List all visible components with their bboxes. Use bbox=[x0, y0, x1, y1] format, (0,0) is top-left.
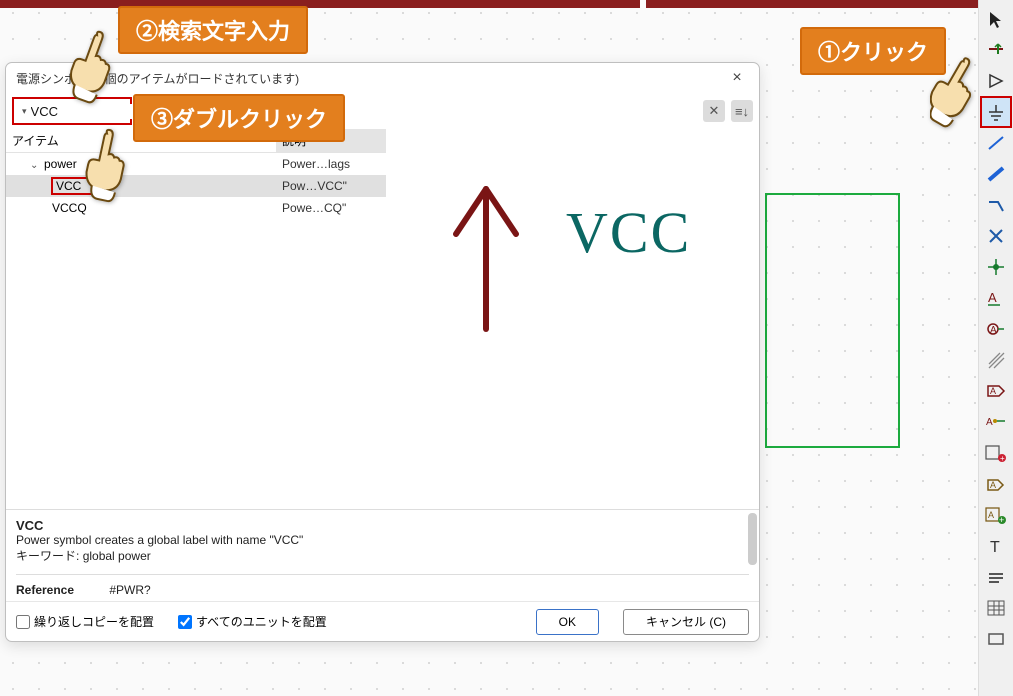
all-units-label: すべてのユニットを配置 bbox=[196, 613, 327, 630]
repeat-copy-checkbox[interactable]: 繰り返しコピーを配置 bbox=[16, 613, 154, 630]
noconnect-icon[interactable] bbox=[981, 221, 1011, 251]
netlabel-icon[interactable]: A bbox=[981, 376, 1011, 406]
repeat-copy-label: 繰り返しコピーを配置 bbox=[34, 613, 154, 630]
pointer-hand-icon bbox=[930, 56, 992, 139]
symbol-details: VCC Power symbol creates a global label … bbox=[6, 509, 759, 601]
ok-button[interactable]: OK bbox=[536, 609, 599, 635]
all-units-checkbox[interactable]: すべてのユニットを配置 bbox=[178, 613, 327, 630]
sheet-icon[interactable]: A bbox=[981, 469, 1011, 499]
power-arrow-icon bbox=[426, 169, 546, 339]
detail-reference: Reference #PWR? bbox=[16, 583, 749, 597]
pointer-hand-icon bbox=[66, 30, 128, 113]
image-icon[interactable]: A+ bbox=[981, 500, 1011, 530]
title-strip-gap bbox=[640, 0, 646, 8]
svg-text:+: + bbox=[1000, 454, 1005, 463]
junction-icon[interactable] bbox=[981, 252, 1011, 282]
repeat-copy-input[interactable] bbox=[16, 615, 30, 629]
ercmarker-icon[interactable]: + bbox=[981, 438, 1011, 468]
callout-doubleclick: ③ダブルクリック bbox=[133, 94, 345, 142]
clear-search-icon[interactable]: ✕ bbox=[703, 100, 725, 122]
callout-search: ②検索文字入力 bbox=[118, 6, 308, 54]
detail-ref-label: Reference bbox=[16, 583, 106, 597]
symbol-tree: アイテム 説明 ⌄power Power…lags VCC Pow…VCC" V… bbox=[6, 129, 386, 509]
svg-text:A: A bbox=[990, 386, 996, 396]
detail-symbol-name: VCC bbox=[16, 518, 749, 533]
line-icon[interactable] bbox=[981, 562, 1011, 592]
svg-text:A: A bbox=[986, 417, 993, 428]
svg-text:A: A bbox=[988, 290, 997, 305]
all-units-input[interactable] bbox=[178, 615, 192, 629]
svg-text:T: T bbox=[990, 539, 1000, 556]
rect-icon[interactable] bbox=[981, 624, 1011, 654]
detail-ref-value: #PWR? bbox=[109, 583, 150, 597]
dialog-title-text: 電源シンボル 06個のアイテムがロードされています) bbox=[16, 70, 299, 87]
bus-icon[interactable] bbox=[981, 159, 1011, 189]
detail-keywords-label: キーワード: bbox=[16, 549, 79, 563]
text-icon[interactable]: T bbox=[981, 531, 1011, 561]
preview-symbol-name: VCC bbox=[566, 199, 691, 266]
svg-text:A: A bbox=[990, 480, 996, 490]
cursor-icon[interactable] bbox=[981, 4, 1011, 34]
svg-text:A: A bbox=[990, 325, 997, 336]
tree-row-label: power bbox=[44, 157, 77, 171]
tree-row-vccq[interactable]: VCCQ Powe…CQ" bbox=[6, 197, 386, 219]
detail-keywords: キーワード: global power bbox=[16, 547, 749, 564]
tree-row-desc: Pow…VCC" bbox=[276, 179, 386, 193]
callout-click: ①クリック bbox=[800, 27, 946, 75]
detail-keywords-value: global power bbox=[83, 549, 151, 563]
tree-row-vcc[interactable]: VCC Pow…VCC" bbox=[6, 175, 386, 197]
sort-icon[interactable]: ≡↓ bbox=[731, 100, 753, 122]
table-icon[interactable] bbox=[981, 593, 1011, 623]
tree-row-desc: Power…lags bbox=[276, 157, 386, 171]
pointer-hand-icon bbox=[78, 128, 138, 209]
globallabel-icon[interactable]: A bbox=[981, 314, 1011, 344]
details-scrollbar[interactable] bbox=[748, 513, 757, 565]
cancel-button[interactable]: キャンセル (C) bbox=[623, 609, 749, 635]
hierlabel-icon[interactable]: A bbox=[981, 407, 1011, 437]
symbol-preview: VCC bbox=[386, 129, 759, 509]
hatch-icon[interactable] bbox=[981, 345, 1011, 375]
sheet-outline bbox=[765, 193, 900, 448]
svg-text:+: + bbox=[999, 515, 1004, 525]
tree-row-desc: Powe…CQ" bbox=[276, 201, 386, 215]
expander-icon[interactable]: ⌄ bbox=[30, 160, 42, 171]
dialog-footer: 繰り返しコピーを配置 すべてのユニットを配置 OK キャンセル (C) bbox=[6, 601, 759, 641]
busentry-icon[interactable] bbox=[981, 190, 1011, 220]
detail-description: Power symbol creates a global label with… bbox=[16, 533, 749, 547]
close-icon[interactable]: × bbox=[725, 66, 749, 90]
svg-text:A: A bbox=[988, 510, 994, 520]
chevron-down-icon[interactable]: ▾ bbox=[22, 106, 27, 117]
label-icon[interactable]: A bbox=[981, 283, 1011, 313]
tree-row-lib[interactable]: ⌄power Power…lags bbox=[6, 153, 386, 175]
